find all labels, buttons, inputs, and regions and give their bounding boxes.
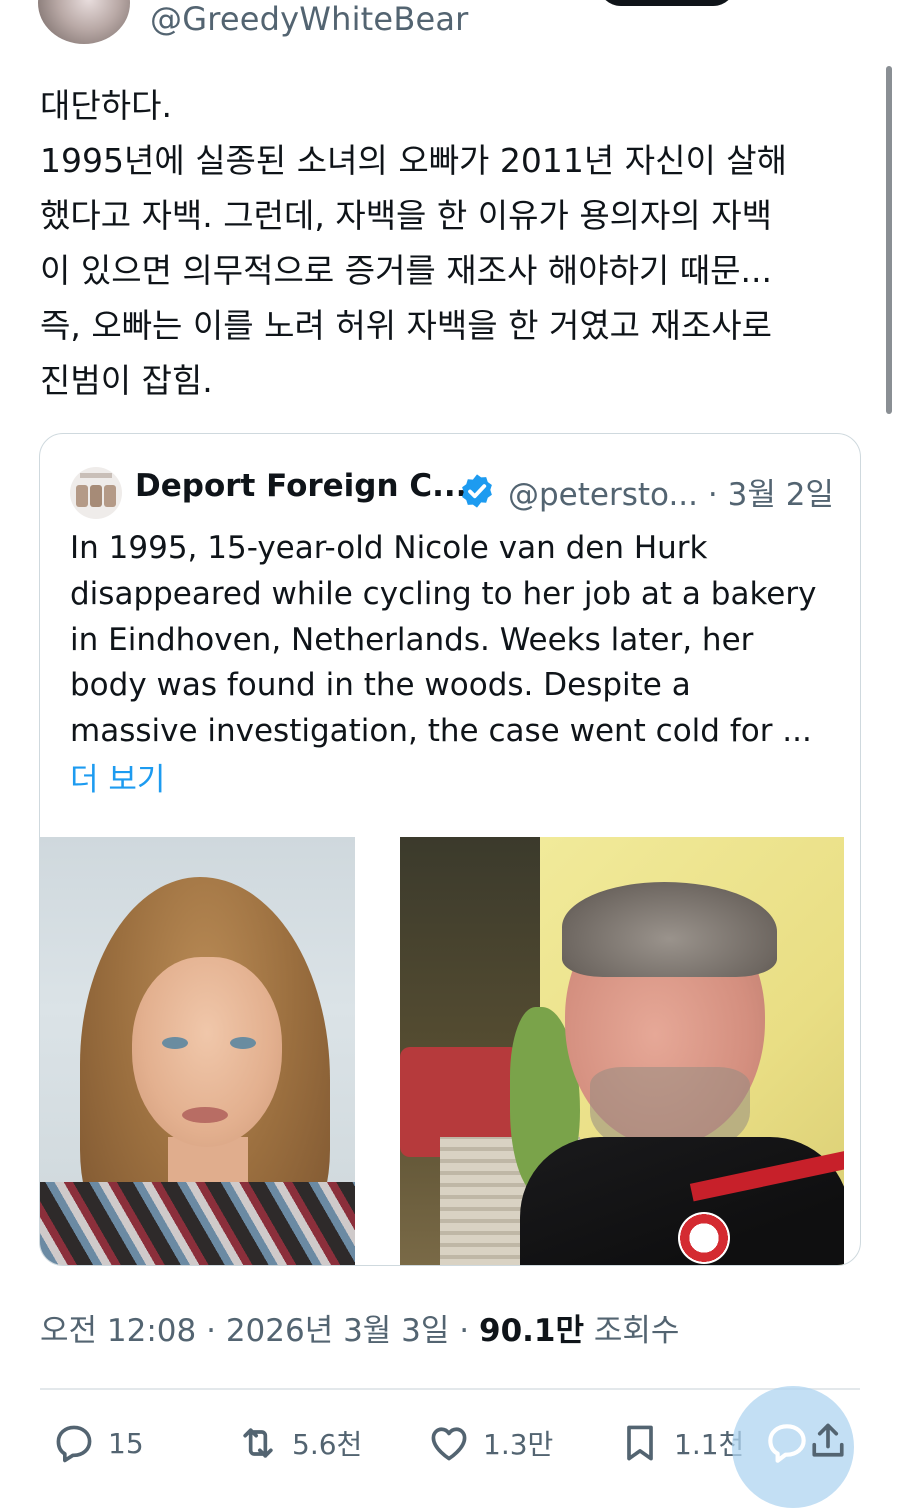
quoted-line: in Eindhoven, Netherlands. Weeks later, … [70,621,754,658]
tweet-line: 1995년에 실종된 소녀의 오빠가 2011년 자신이 살해 [40,141,788,180]
photo-graphic [182,1107,228,1123]
tweet-text: 대단하다. 1995년에 실종된 소녀의 오빠가 2011년 자신이 살해 했다… [40,78,860,408]
reply-count: 15 [108,1426,144,1460]
retweet-count: 5.6천 [292,1428,363,1461]
tweet-line: 이 있으면 의무적으로 증거를 재조사 해야하기 때문... [40,251,772,290]
bookmark-icon [627,1425,653,1461]
views-label: 조회수 [593,1313,680,1349]
photo-graphic [562,882,777,977]
quoted-line: massive investigation, the case went col… [70,713,812,750]
follow-button[interactable] [598,0,736,6]
views-count: 90.1만 [479,1313,585,1349]
share-icon[interactable] [806,1419,850,1463]
meta-separator: · [206,1313,216,1349]
reply-icon [56,1425,92,1463]
quoted-tweet-card[interactable]: Deport Foreign C... @petersto... · 3월 2일… [39,433,861,1266]
author-avatar[interactable] [38,0,130,44]
author-handle[interactable]: @GreedyWhiteBear [150,0,469,38]
retweet-button[interactable]: 5.6천 [236,1418,362,1468]
quoted-author-avatar[interactable] [70,467,122,519]
bookmark-button[interactable]: 1.1천 [618,1418,744,1468]
quoted-meta: @petersto... · 3월 2일 [508,469,834,514]
avatar-graphic [76,485,88,507]
tweet-timestamp: 오전 12:08 · 2026년 3월 3일 · 90.1만 조회수 [40,1305,679,1350]
avatar-graphic [80,473,112,478]
retweet-icon [243,1428,273,1458]
tweet-time[interactable]: 오전 12:08 [40,1313,196,1349]
heart-icon [431,1427,467,1461]
reply-button[interactable]: 15 [52,1418,144,1468]
tweet-date[interactable]: 2026년 3월 3일 [226,1313,450,1349]
tweet-line: 즉, 오빠는 이를 노려 허위 자백을 한 거였고 재조사로 [40,306,772,345]
scrollbar[interactable] [886,66,892,414]
verified-badge-icon [462,474,492,508]
quoted-tweet-text: In 1995, 15-year-old Nicole van den Hurk… [70,526,840,755]
quoted-line: In 1995, 15-year-old Nicole van den Hurk [70,530,708,566]
quoted-date[interactable]: 3월 2일 [728,477,834,513]
avatar-graphic [90,485,102,507]
photo-graphic [40,1182,355,1265]
photo-girl[interactable] [40,837,355,1265]
quoted-author-name[interactable]: Deport Foreign C... [135,468,467,504]
photo-graphic [162,1037,188,1049]
tweet-line: 진범이 잡힘. [40,361,213,400]
like-count: 1.3만 [483,1428,554,1461]
quoted-line: disappeared while cycling to her job at … [70,575,817,612]
photo-graphic [678,1212,730,1264]
divider [40,1388,860,1390]
photo-graphic [230,1037,256,1049]
tweet-line: 대단하다. [40,86,172,125]
meta-separator: · [459,1313,470,1349]
quoted-line: body was found in the woods. Despite a [70,667,691,704]
photo-man[interactable] [400,837,844,1265]
show-more-link[interactable]: 더 보기 [70,754,165,799]
tweet-line: 했다고 자백. 그런데, 자백을 한 이유가 용의자의 자백 [40,196,772,235]
meta-separator: · [707,477,718,513]
avatar-graphic [104,485,116,507]
quoted-author-handle[interactable]: @petersto... [508,477,698,513]
chat-bubble-icon [768,1424,806,1463]
like-button[interactable]: 1.3만 [427,1418,553,1468]
